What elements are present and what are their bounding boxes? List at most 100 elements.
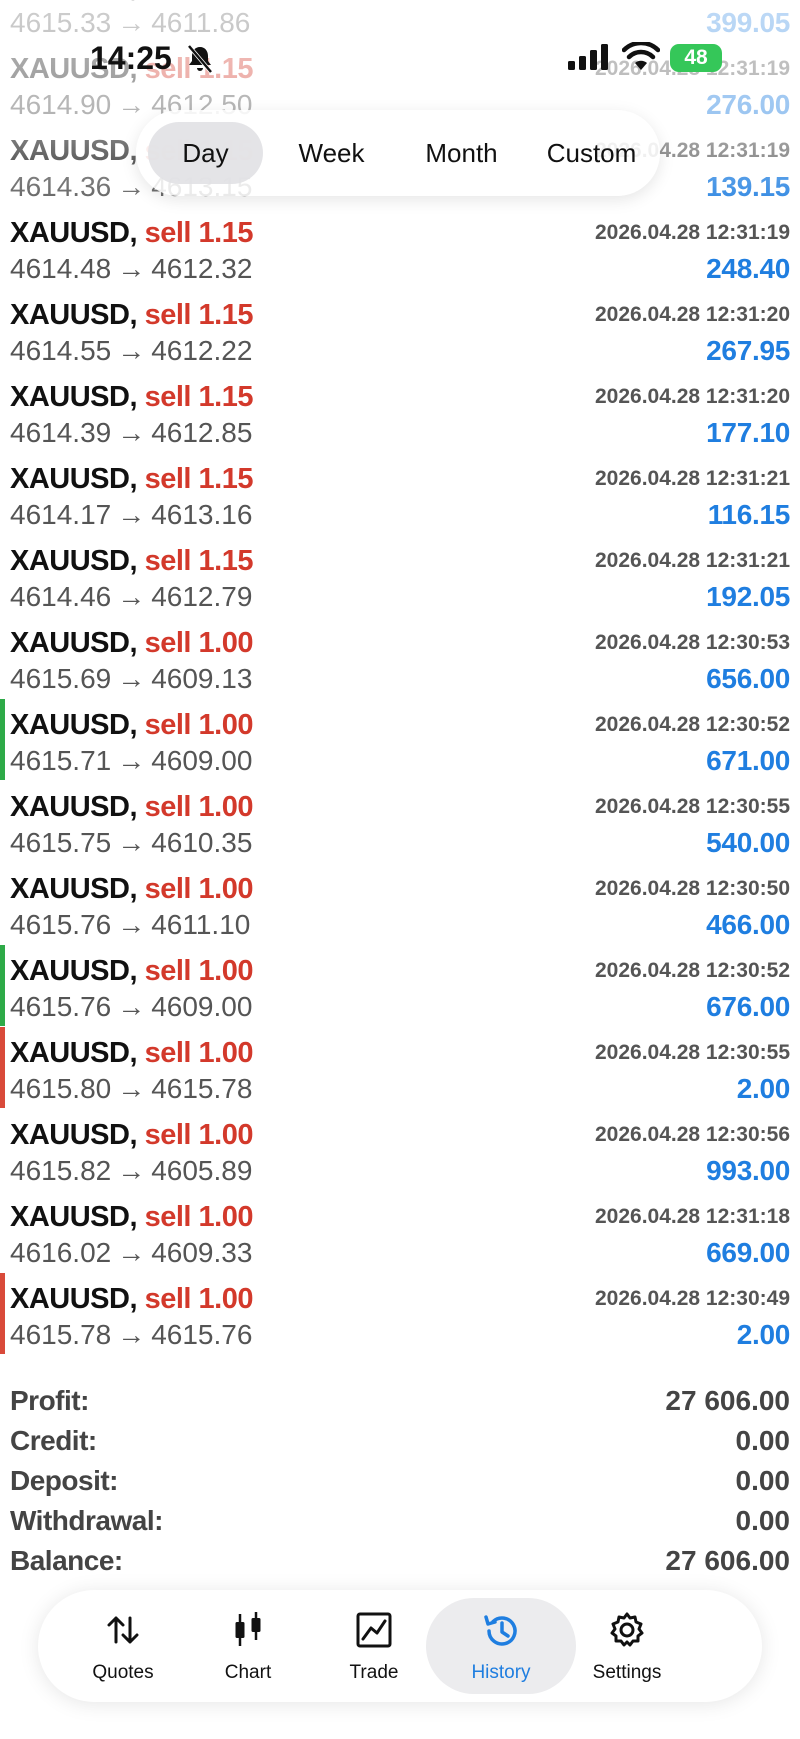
- trade-prices: 4615.75 → 4610.35: [10, 827, 252, 859]
- trade-prices: 4616.02 → 4609.33: [10, 1237, 252, 1269]
- summary-label: Deposit:: [10, 1465, 119, 1496]
- trade-title: XAUUSD, sell 1.00: [10, 627, 253, 660]
- trade-row[interactable]: XAUUSD, sell 1.00 4615.75 → 4610.35 2026.04.…: [0, 777, 800, 859]
- bottom-tab-bar[interactable]: Quotes Chart Trade History Settings: [38, 1590, 762, 1702]
- trade-symbol: XAUUSD,: [10, 627, 138, 659]
- trade-open-price: 4615.75: [10, 827, 112, 858]
- account-summary: Profit: 27 606.00 Credit: 0.00 Deposit: 0.00 W…: [0, 1381, 800, 1581]
- status-bar: 14:25 48: [0, 0, 800, 110]
- trade-marker-green: [0, 699, 5, 780]
- trade-row[interactable]: XAUUSD, sell 1.00 4615.76 → 4611.10 2026.04.…: [0, 859, 800, 941]
- trade-row[interactable]: XAUUSD, sell 1.00 4615.69 → 4609.13 2026.04.…: [0, 613, 800, 695]
- trade-title: XAUUSD, sell 1.15: [10, 381, 253, 414]
- trade-prices: 4614.48 → 4612.32: [10, 253, 252, 285]
- trade-prices: 4615.71 → 4609.00: [10, 745, 252, 777]
- trade-title: XAUUSD, sell 1.15: [10, 217, 253, 250]
- trade-row[interactable]: XAUUSD, sell 1.00 4615.82 → 4605.89 2026.04.…: [0, 1105, 800, 1187]
- trade-open-price: 4615.82: [10, 1155, 112, 1186]
- trade-open-price: 4614.17: [10, 499, 112, 530]
- summary-value: 27 606.00: [665, 1545, 790, 1576]
- trade-time: 2026.04.28 12:30:49: [595, 1287, 790, 1310]
- trade-side-volume: sell 1.15: [144, 299, 254, 331]
- trade-row[interactable]: XAUUSD, sell 1.15 4614.55 → 4612.22 2026.04.…: [0, 285, 800, 367]
- trade-prices: 4614.17 → 4613.16: [10, 499, 252, 531]
- right-arrow-icon: →: [117, 1319, 146, 1350]
- right-arrow-icon: →: [117, 253, 146, 284]
- trade-profit: 669.00: [706, 1237, 790, 1268]
- trade-close-price: 4609.00: [151, 745, 253, 776]
- trade-open-price: 4615.78: [10, 1319, 112, 1350]
- trade-open-price: 4615.76: [10, 909, 112, 940]
- trade-profit: 656.00: [706, 663, 790, 694]
- trade-open-price: 4614.48: [10, 253, 112, 284]
- trade-row[interactable]: XAUUSD, sell 1.15 4614.39 → 4612.85 2026.04.…: [0, 367, 800, 449]
- trade-open-price: 4616.02: [10, 1237, 112, 1268]
- trade-row[interactable]: XAUUSD, sell 1.00 4615.80 → 4615.78 2026.04.…: [0, 1023, 800, 1108]
- right-arrow-icon: →: [117, 1237, 146, 1268]
- trade-symbol: XAUUSD,: [10, 463, 138, 495]
- summary-value: 0.00: [735, 1425, 791, 1456]
- trade-side-volume: sell 1.00: [144, 873, 254, 905]
- trade-time: 2026.04.28 12:31:21: [595, 467, 790, 490]
- trade-symbol: XAUUSD,: [10, 955, 138, 987]
- tab-label: Settings: [592, 1662, 662, 1683]
- trade-prices: 4614.39 → 4612.85: [10, 417, 252, 449]
- trade-row[interactable]: XAUUSD, sell 1.00 4615.76 → 4609.00 2026.04.…: [0, 941, 800, 1026]
- summary-row: Deposit: 0.00: [0, 1461, 800, 1501]
- right-arrow-icon: →: [117, 991, 146, 1022]
- period-tab-custom[interactable]: Custom: [534, 122, 649, 184]
- trade-side-volume: sell 1.00: [144, 791, 254, 823]
- right-arrow-icon: →: [117, 499, 146, 530]
- summary-row: Balance: 27 606.00: [0, 1541, 800, 1581]
- trade-profit: 466.00: [706, 909, 790, 940]
- summary-value: 0.00: [735, 1505, 791, 1536]
- trade-symbol: XAUUSD,: [10, 791, 138, 823]
- trade-profit: 116.15: [707, 499, 791, 530]
- trade-time: 2026.04.28 12:30:55: [595, 1041, 790, 1064]
- trade-prices: 4615.82 → 4605.89: [10, 1155, 252, 1187]
- right-arrow-icon: →: [117, 663, 146, 694]
- trade-profit: 993.00: [706, 1155, 790, 1186]
- trade-profit: 2.00: [736, 1073, 791, 1104]
- trade-close-price: 4611.10: [151, 909, 251, 940]
- trade-side-volume: sell 1.15: [144, 463, 254, 495]
- trade-open-price: 4615.69: [10, 663, 112, 694]
- trade-open-price: 4615.76: [10, 991, 112, 1022]
- period-tab-week[interactable]: Week: [274, 122, 389, 184]
- trade-open-price: 4615.80: [10, 1073, 112, 1104]
- summary-value: 27 606.00: [665, 1385, 790, 1416]
- trade-symbol: XAUUSD,: [10, 1119, 138, 1151]
- right-arrow-icon: →: [117, 417, 146, 448]
- trade-title: XAUUSD, sell 1.00: [10, 1037, 253, 1070]
- trade-title: XAUUSD, sell 1.00: [10, 955, 253, 988]
- trade-symbol: XAUUSD,: [10, 381, 138, 413]
- trade-row[interactable]: XAUUSD, sell 1.15 4614.17 → 4613.16 2026.04.…: [0, 449, 800, 531]
- trade-symbol: XAUUSD,: [10, 299, 138, 331]
- trade-profit: 540.00: [706, 827, 790, 858]
- trade-symbol: XAUUSD,: [10, 545, 138, 577]
- period-tab-day[interactable]: Day: [148, 122, 263, 184]
- trade-row[interactable]: XAUUSD, sell 1.00 4615.78 → 4615.76 2026.04.…: [0, 1269, 800, 1354]
- wifi-icon: [621, 40, 661, 77]
- tab-settings[interactable]: Settings: [552, 1598, 702, 1694]
- trade-row[interactable]: XAUUSD, sell 1.00 4616.02 → 4609.33 2026.04.…: [0, 1187, 800, 1269]
- chart-icon: [228, 1610, 268, 1655]
- trade-prices: 4615.69 → 4609.13: [10, 663, 252, 695]
- trade-row[interactable]: XAUUSD, sell 1.00 4615.71 → 4609.00 2026.04.…: [0, 695, 800, 780]
- trade-side-volume: sell 1.00: [144, 1037, 254, 1069]
- trade-title: XAUUSD, sell 1.15: [10, 299, 253, 332]
- status-time: 14:25: [90, 40, 172, 76]
- trade-side-volume: sell 1.00: [144, 627, 254, 659]
- trade-close-price: 4609.13: [151, 663, 253, 694]
- trade-close-price: 4609.00: [151, 991, 253, 1022]
- trade-side-volume: sell 1.00: [144, 955, 254, 987]
- trade-open-price: 4614.46: [10, 581, 112, 612]
- trade-icon: [354, 1610, 394, 1655]
- right-arrow-icon: →: [117, 1073, 146, 1104]
- period-segmented-control[interactable]: Day Week Month Custom: [136, 110, 660, 196]
- trade-row[interactable]: XAUUSD, sell 1.15 4614.46 → 4612.79 2026.04.…: [0, 531, 800, 613]
- bell-muted-icon: [186, 44, 214, 79]
- period-tab-month[interactable]: Month: [404, 122, 519, 184]
- trade-symbol: XAUUSD,: [10, 1201, 138, 1233]
- trade-symbol: XAUUSD,: [10, 873, 138, 905]
